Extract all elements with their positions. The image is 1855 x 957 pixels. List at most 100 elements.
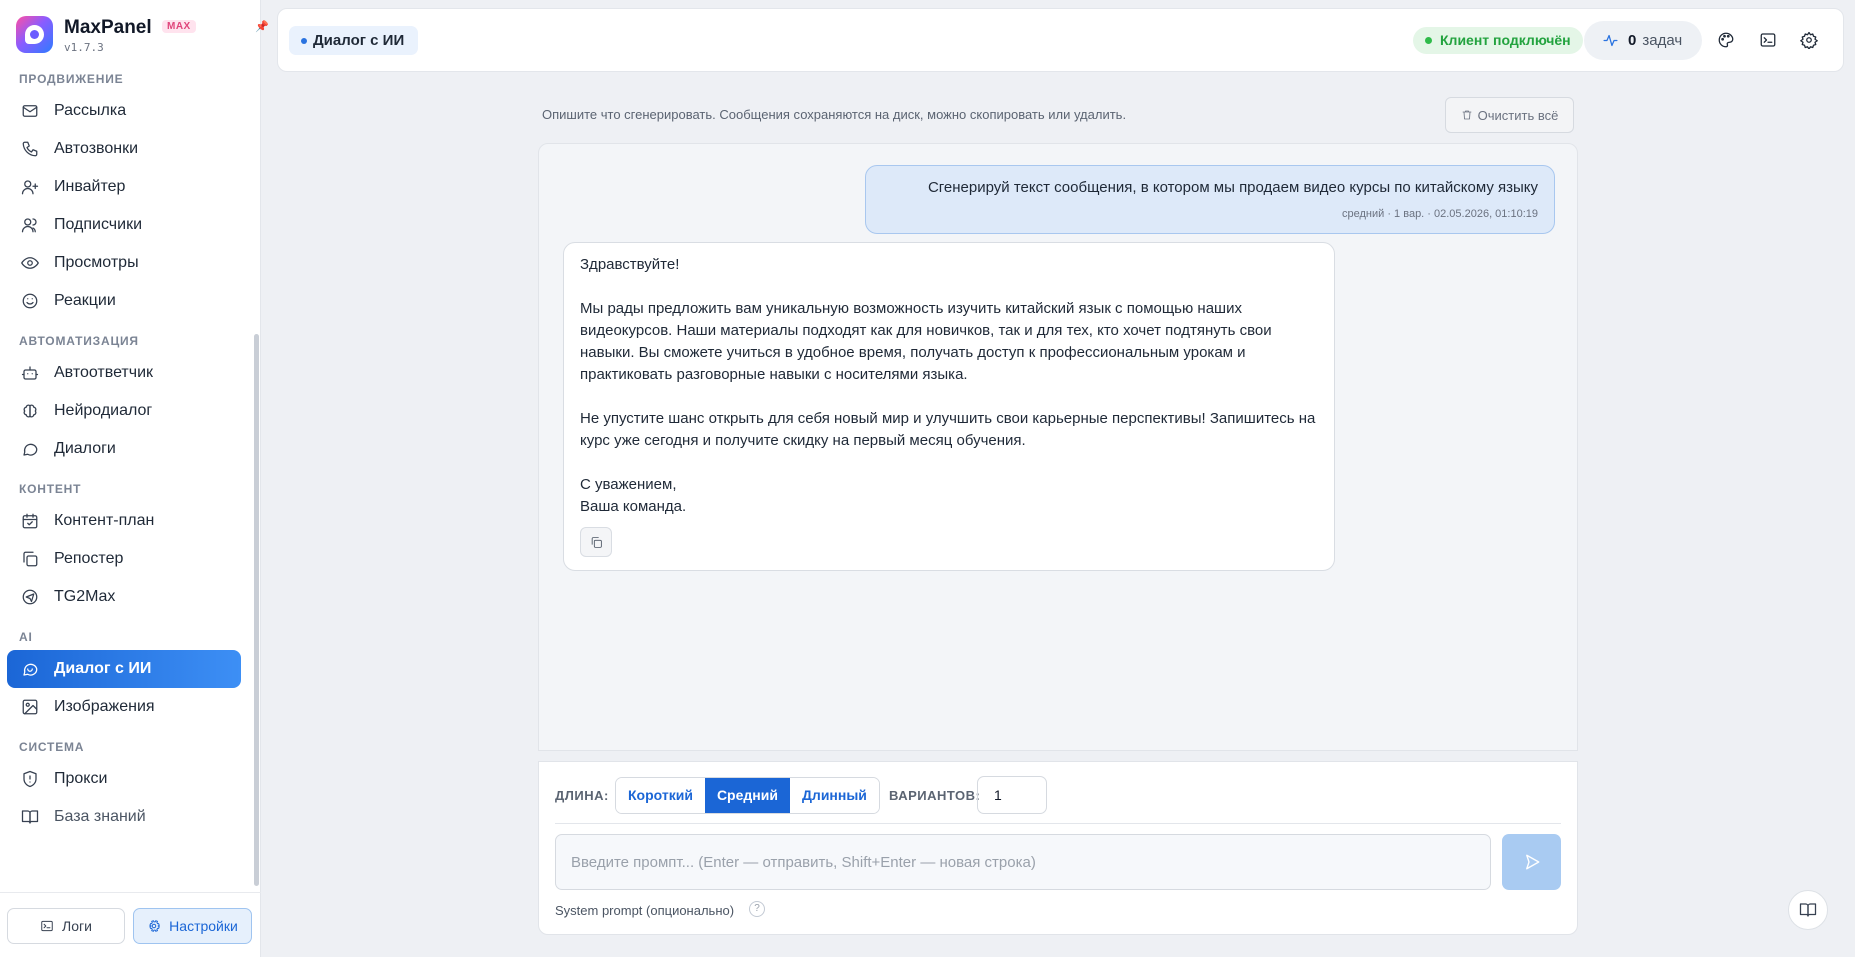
- status-badge: Клиент подключён: [1413, 27, 1583, 54]
- section-title: КОНТЕНТ: [19, 482, 82, 496]
- user-message-meta: средний · 1 вар. · 02.05.2026, 01:10:19: [1342, 208, 1538, 220]
- sidebar-item-label: Нейродиалог: [54, 402, 153, 419]
- system-prompt-toggle[interactable]: System prompt (опционально): [555, 903, 734, 918]
- tasks-label: задач: [1642, 32, 1683, 49]
- variants-input[interactable]: 1: [977, 776, 1047, 814]
- sidebar-item-label: Подписчики: [54, 216, 143, 233]
- page-hint: Опишите что сгенерировать. Сообщения сох…: [542, 107, 1127, 122]
- send-button[interactable]: [1502, 834, 1561, 890]
- sidebar-item-label: База знаний: [54, 808, 146, 825]
- section-title: ПРОДВИЖЕНИЕ: [19, 72, 124, 86]
- section-title: АВТОМАТИЗАЦИЯ: [19, 334, 139, 348]
- sidebar-item-autocalls[interactable]: Автозвонки: [7, 130, 241, 168]
- logs-button[interactable]: Логи: [7, 908, 125, 944]
- length-label: ДЛИНА:: [555, 788, 609, 803]
- telegram-icon: [21, 588, 39, 606]
- gear-icon[interactable]: [1800, 31, 1820, 51]
- sidebar-item-dialogs[interactable]: Диалоги: [7, 430, 241, 468]
- settings-label: Настройки: [169, 918, 238, 934]
- section-title: AI: [19, 630, 33, 644]
- app-name: MaxPanel: [64, 17, 152, 38]
- trash-icon: [1462, 110, 1472, 120]
- activity-icon: [1603, 34, 1618, 47]
- ai-message-paragraph: Здравствуйте!: [580, 256, 680, 273]
- top-header: Диалог с ИИ Клиент подключён 0 задач: [277, 8, 1844, 72]
- brand: MaxPanel MAX v1.7.3 📌: [16, 14, 269, 64]
- app-badge: MAX: [162, 20, 196, 33]
- clear-all-button[interactable]: Очистить всё: [1445, 97, 1574, 133]
- length-option-long[interactable]: Длинный: [789, 778, 879, 813]
- prompt-input[interactable]: [555, 834, 1491, 890]
- sidebar-item-label: Автозвонки: [54, 140, 139, 157]
- sidebar-item-content-plan[interactable]: Контент-план: [7, 502, 241, 540]
- clear-all-label: Очистить всё: [1477, 107, 1559, 123]
- shield-icon: [21, 770, 39, 788]
- sidebar-item-label: TG2Max: [54, 588, 116, 605]
- length-option-medium[interactable]: Средний: [704, 778, 790, 813]
- terminal-icon[interactable]: [1759, 31, 1779, 51]
- settings-button[interactable]: Настройки: [133, 908, 252, 944]
- app-version: v1.7.3: [64, 41, 104, 54]
- send-icon: [1525, 854, 1539, 870]
- book-icon: [21, 808, 39, 826]
- ai-message-paragraph: Мы рады предложить вам уникальную возмож…: [580, 300, 1272, 383]
- section-title: СИСТЕМА: [19, 740, 85, 754]
- variants-label: ВАРИАНТОВ:: [889, 788, 981, 803]
- sidebar-item-views[interactable]: Просмотры: [7, 244, 241, 282]
- breadcrumb: Диалог с ИИ: [289, 26, 419, 55]
- sidebar-item-proxy[interactable]: Прокси: [7, 760, 241, 798]
- chat-area: Сгенерируй текст сообщения, в котором мы…: [538, 143, 1578, 751]
- sidebar-footer: Логи Настройки: [0, 892, 261, 957]
- sidebar-item-label: Автоответчик: [54, 364, 154, 381]
- bot-icon: [21, 364, 39, 382]
- composer: ДЛИНА: Короткий Средний Длинный ВАРИАНТО…: [538, 761, 1578, 935]
- sidebar-item-label: Инвайтер: [54, 178, 126, 195]
- sidebar-item-label: Диалог с ИИ: [54, 660, 152, 677]
- copy-icon: [591, 536, 602, 548]
- brain-icon: [21, 402, 39, 420]
- sidebar-item-autoresponder[interactable]: Автоответчик: [7, 354, 241, 392]
- palette-icon[interactable]: [1717, 31, 1737, 51]
- sidebar-scrollbar[interactable]: [254, 72, 259, 892]
- sidebar-item-label: Рассылка: [54, 102, 127, 119]
- sidebar-item-reposter[interactable]: Репостер: [7, 540, 241, 578]
- sidebar-item-knowledge-base[interactable]: База знаний: [7, 798, 241, 836]
- copy-icon: [21, 550, 39, 568]
- calendar-icon: [21, 512, 39, 530]
- sidebar-nav: ПРОДВИЖЕНИЕ Рассылка Автозвонки Инвайтер…: [0, 66, 252, 892]
- ai-message: Здравствуйте! Мы рады предложить вам уни…: [563, 242, 1335, 571]
- user-message-text: Сгенерируй текст сообщения, в котором мы…: [927, 179, 1538, 196]
- sidebar-item-label: Диалоги: [54, 440, 116, 457]
- sidebar-item-neurodialog[interactable]: Нейродиалог: [7, 392, 241, 430]
- sidebar-item-label: Реакции: [54, 292, 116, 309]
- sidebar-item-inviter[interactable]: Инвайтер: [7, 168, 241, 206]
- sidebar-item-label: Просмотры: [54, 254, 139, 271]
- length-selector: Короткий Средний Длинный: [615, 777, 880, 814]
- sidebar-item-ai-dialog[interactable]: Диалог с ИИ: [7, 650, 241, 688]
- length-option-short[interactable]: Короткий: [616, 778, 705, 813]
- ai-message-paragraph: С уважением, Ваша команда.: [580, 476, 687, 515]
- user-plus-icon: [21, 178, 39, 196]
- sidebar-item-mailing[interactable]: Рассылка: [7, 92, 241, 130]
- copy-button[interactable]: [580, 527, 612, 557]
- terminal-icon: [41, 920, 53, 932]
- help-icon[interactable]: ?: [749, 901, 765, 917]
- sidebar-item-label: Контент-план: [54, 512, 155, 529]
- docs-button[interactable]: [1788, 890, 1828, 930]
- sidebar: MaxPanel MAX v1.7.3 📌 ПРОДВИЖЕНИЕ Рассыл…: [0, 0, 269, 957]
- ai-message-paragraph: Не упустите шанс открыть для себя новый …: [580, 410, 1316, 449]
- scrollbar-thumb[interactable]: [254, 334, 259, 886]
- smile-icon: [21, 292, 39, 310]
- sidebar-item-reactions[interactable]: Реакции: [7, 282, 241, 320]
- mail-icon: [21, 102, 39, 120]
- book-icon: [1799, 903, 1817, 917]
- sidebar-item-label: Изображения: [54, 698, 155, 715]
- divider: [555, 823, 1561, 824]
- sidebar-item-subscribers[interactable]: Подписчики: [7, 206, 241, 244]
- sidebar-item-images[interactable]: Изображения: [7, 688, 241, 726]
- phone-icon: [21, 140, 39, 158]
- tasks-button[interactable]: 0 задач: [1584, 21, 1702, 60]
- sidebar-item-tg2max[interactable]: TG2Max: [7, 578, 241, 616]
- pin-icon[interactable]: 📌: [255, 20, 269, 33]
- sidebar-item-label: Репостер: [54, 550, 124, 567]
